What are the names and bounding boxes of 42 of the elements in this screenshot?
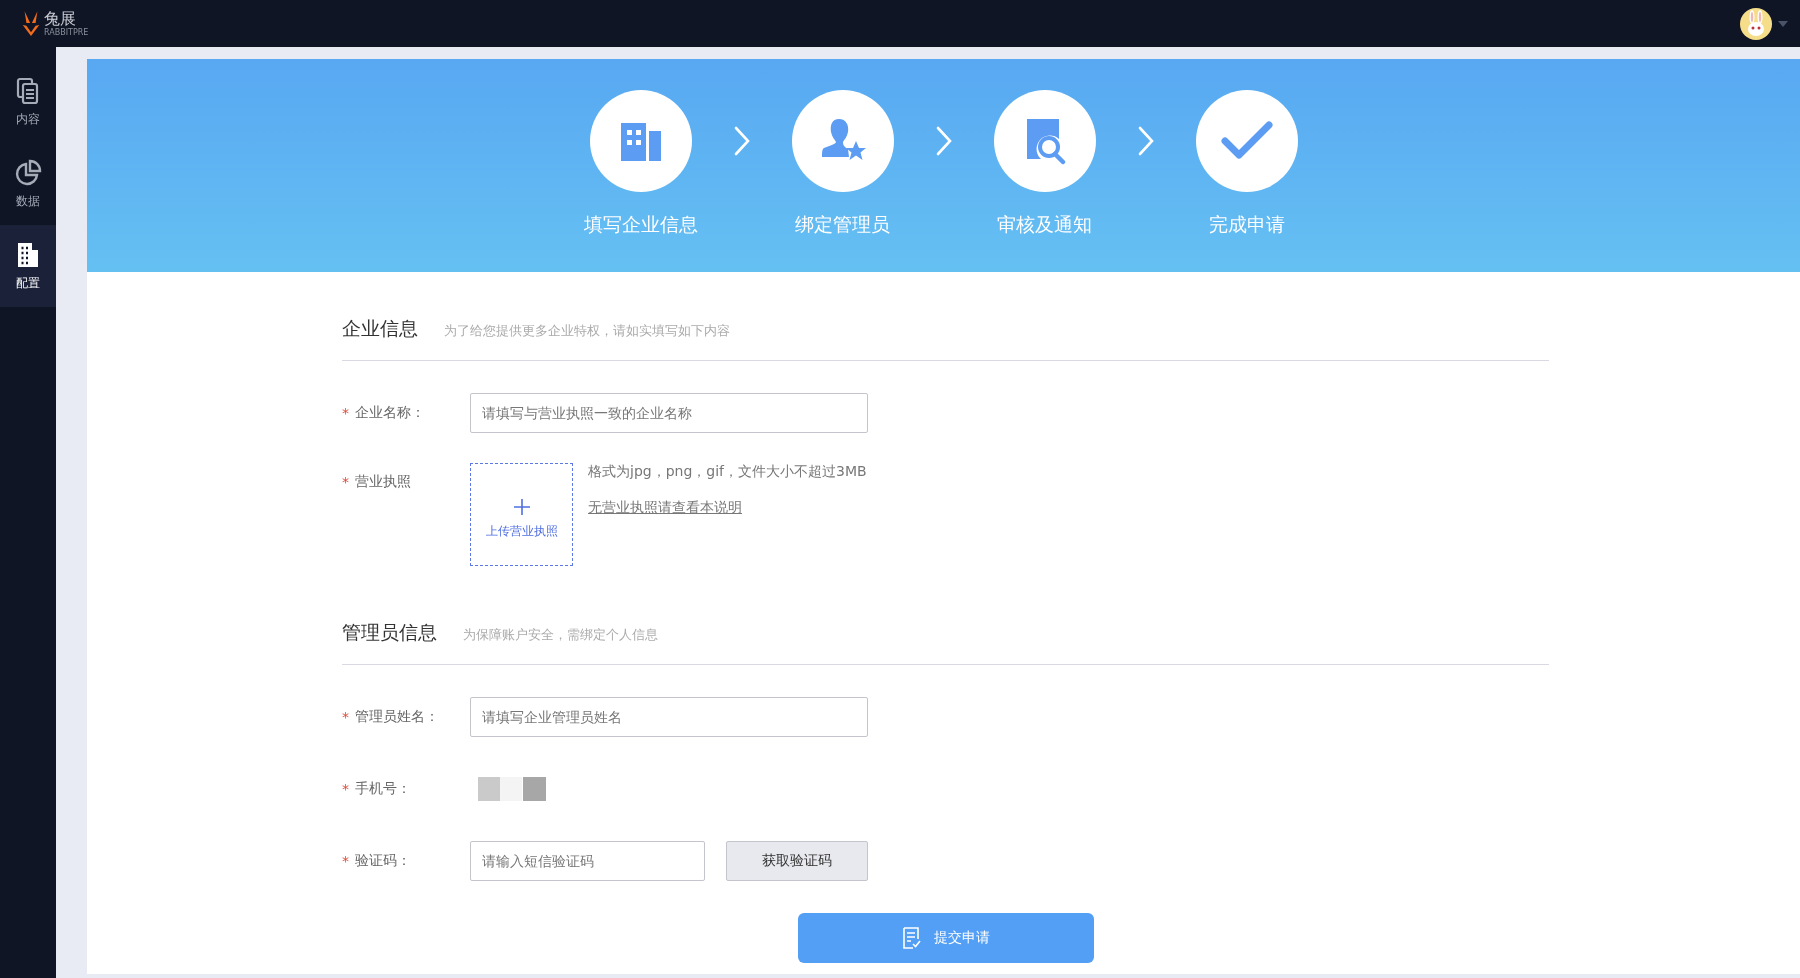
- step-label: 完成申请: [1208, 212, 1285, 237]
- masked-value-drawing: [478, 777, 548, 801]
- plus-icon: [513, 499, 530, 515]
- help-link[interactable]: 无营业执照请查看本说明: [588, 499, 867, 517]
- upload-box[interactable]: 上传营业执照: [470, 463, 573, 566]
- required-mark: *: [342, 474, 349, 490]
- format-note: 格式为jpg，png，gif，文件大小不超过3MB: [588, 463, 867, 481]
- section-title: 企业信息: [342, 316, 418, 341]
- field-label: 手机号：: [355, 780, 411, 798]
- required-mark: *: [342, 853, 349, 869]
- get-code-button[interactable]: 获取验证码: [726, 841, 868, 881]
- pie-chart-icon: [14, 158, 42, 187]
- chevron-right-icon: [1137, 126, 1154, 156]
- chevron-right-icon: [935, 126, 952, 156]
- required-mark: *: [342, 709, 349, 725]
- field-label: 企业名称：: [355, 404, 425, 422]
- building-icon: [16, 240, 40, 269]
- step-label: 填写企业信息: [583, 212, 698, 237]
- step-label: 审核及通知: [997, 212, 1092, 237]
- input-field[interactable]: 请输入短信验证码: [470, 841, 705, 881]
- logo-text: 兔展: [44, 10, 77, 28]
- sidebar-item[interactable]: 内容: [0, 61, 56, 143]
- input-field[interactable]: 请填写企业管理员姓名: [470, 697, 868, 737]
- section-title: 管理员信息: [342, 620, 437, 645]
- required-mark: *: [342, 405, 349, 421]
- sidebar-item[interactable]: 配置: [0, 225, 56, 307]
- documents-icon: [16, 76, 40, 105]
- section-hint: 为了给您提供更多企业特权，请如实填写如下内容: [444, 322, 730, 340]
- rabbit-avatar-icon[interactable]: [1740, 7, 1772, 40]
- checkmark-icon: [1220, 121, 1273, 161]
- sidebar-item[interactable]: 数据: [0, 143, 56, 225]
- field-label: 管理员姓名：: [355, 708, 439, 726]
- logo-subtext: RABBITPRE: [44, 28, 89, 37]
- chevron-right-icon: [733, 126, 750, 156]
- input-field[interactable]: 请填写与营业执照一致的企业名称: [470, 393, 868, 433]
- document-check-icon: [901, 927, 922, 949]
- section-hint: 为保障账户安全，需绑定个人信息: [463, 626, 658, 644]
- field-label: 营业执照: [355, 473, 411, 491]
- field-label: 验证码：: [355, 852, 411, 870]
- caret-icon[interactable]: [1778, 20, 1788, 27]
- required-mark: *: [342, 781, 349, 797]
- step-label: 绑定管理员: [795, 212, 890, 237]
